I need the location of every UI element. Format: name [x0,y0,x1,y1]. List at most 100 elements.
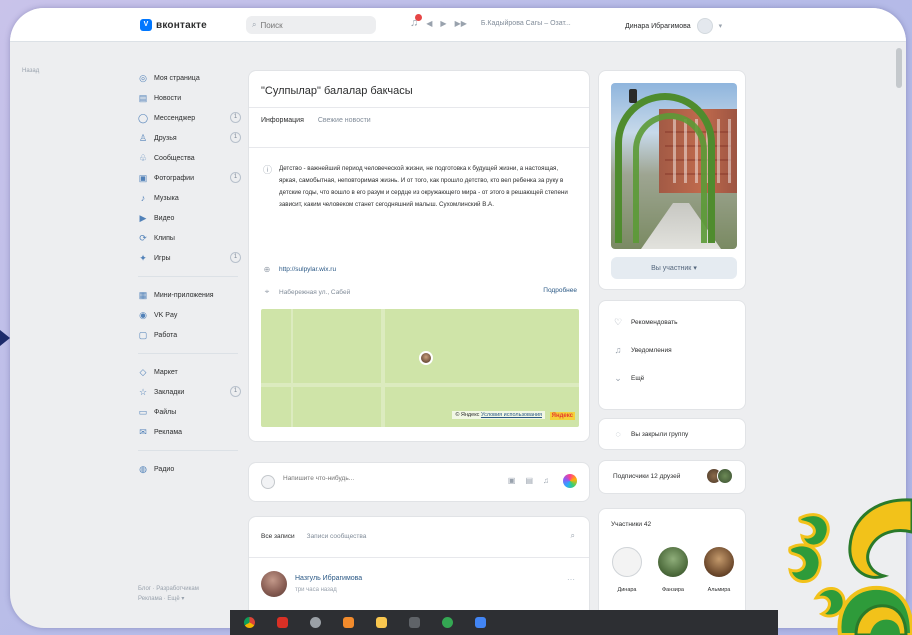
app-icon[interactable] [343,617,354,628]
notification-dot [415,14,423,21]
user-icon: ◎ [139,72,147,83]
members-label[interactable]: Участники 42 [611,521,651,528]
nav-item-work[interactable]: ▢ Работа [138,325,248,345]
nav-item-ads[interactable]: ✉ Реклама [138,422,248,442]
lock-icon: ◌ [615,429,621,439]
app-icon[interactable] [409,617,420,628]
feed-tabs: Все записи Записи сообщества [261,533,366,540]
footer-links-1[interactable]: Блог · Разработчикам [138,584,199,594]
user-menu[interactable]: Динара Ибрагимова ▾ [625,18,722,34]
follower-avatars[interactable] [706,468,733,484]
invite-row[interactable]: ◌ Вы закрыли группу [613,429,688,439]
next-track-button[interactable]: ▶▶ [455,19,467,28]
nav-item-files[interactable]: ▭ Файлы [138,402,248,422]
folder-icon[interactable] [376,617,387,628]
map-road [381,309,385,427]
nav-item-market[interactable]: ◇ Маркет [138,362,248,382]
files-icon: ▭ [138,406,148,417]
nav-item-communities[interactable]: ♧ Сообщества [138,148,248,168]
app-icon[interactable] [475,617,486,628]
member[interactable]: Фанзира [653,547,693,593]
chrome-icon[interactable] [244,617,255,628]
notifications-bell-icon[interactable]: ♫ [410,14,423,29]
clips-icon[interactable] [563,474,577,488]
nav-item-video[interactable]: ▶ Видео [138,208,248,228]
nav-item-photos[interactable]: ▣ Фотографии 1 [138,168,248,188]
bookmarks-badge: 1 [230,386,241,397]
thumbs-up-icon: ♡ [613,317,623,327]
website-link[interactable]: http://sulpylar.wix.ru [279,266,336,273]
map-marker-icon[interactable] [419,351,433,365]
app-icon[interactable] [442,617,453,628]
address-row[interactable]: ⌖ Набережная ул., Сабей [263,287,350,297]
nav-item-clips[interactable]: ⟳ Клипы [138,228,248,248]
audio-player: ♫ ◀ ▶ ▶▶ Б.Кадыйрова Сагы – Озат... [410,14,571,29]
location-pin-icon: ⌖ [264,287,270,296]
app-icon[interactable] [310,617,321,628]
nav-item-friends[interactable]: ♙ Друзья 1 [138,128,248,148]
post-time[interactable]: три часа назад [295,587,337,593]
followers-label[interactable]: Подписчики 12 друзей [613,473,680,480]
page-scrollbar[interactable] [896,48,902,88]
radio-icon: ◍ [139,463,147,474]
location-map[interactable]: © Яндекс Условия использования Яндекс [261,309,579,427]
market-icon: ◇ [139,366,147,377]
music-icon[interactable]: ♫ [543,476,549,485]
footer-links-2[interactable]: Реклама · Ещё ▾ [138,594,199,604]
notifications-row[interactable]: ♫ Уведомления [613,345,672,355]
group-cover-photo[interactable] [611,83,737,249]
friends-icon: ♙ [138,132,148,143]
website-row[interactable]: ⊕ http://sulpylar.wix.ru [263,265,336,274]
post-author-avatar[interactable] [261,571,287,597]
member[interactable]: Динара [607,547,647,593]
vk-logo[interactable]: V вконтакте [140,19,207,31]
more-row[interactable]: ⌄ Ещё [613,373,644,384]
nav-item-games[interactable]: ✦ Игры 1 [138,248,248,268]
nav-item-mini-apps[interactable]: ▦ Мини-приложения [138,285,248,305]
search-box[interactable]: ⌕ [246,16,376,34]
user-name: Динара Ибрагимова [625,22,691,30]
recommend-row[interactable]: ♡ Рекомендовать [613,317,678,328]
search-input[interactable] [260,20,361,30]
current-track[interactable]: Б.Кадыйрова Сагы – Озат... [481,20,571,27]
member-name: Динара [617,587,637,593]
user-avatar [696,18,713,34]
nav-item-my-page[interactable]: ◎ Моя страница [138,68,248,88]
tab-community-posts[interactable]: Записи сообщества [307,533,367,540]
member[interactable]: Альмира [699,547,739,593]
apps-icon: ▦ [138,289,148,300]
video-icon[interactable]: ▤ [525,476,533,485]
tab-latest-news[interactable]: Свежие новости [318,117,371,124]
more-icon[interactable]: ⋯ [567,575,575,584]
yandex-logo[interactable]: Яндекс [549,412,575,420]
more-details-link[interactable]: Подробнее [543,287,577,294]
nav-item-messenger[interactable]: ◯ Мессенджер 1 [138,108,248,128]
group-description: Детство - важнейший период человеческой … [279,165,568,208]
search-icon: ⌕ [252,20,257,29]
nav-item-news[interactable]: ▤ Новости [138,88,248,108]
cover-arch [633,113,707,243]
chevron-down-icon: ⌄ [614,373,622,383]
prev-track-button[interactable]: ◀ [426,19,432,28]
nav-item-bookmarks[interactable]: ☆ Закладки 1 [138,382,248,402]
search-icon[interactable]: ⌕ [571,531,575,541]
play-button[interactable]: ▶ [440,19,446,28]
photos-badge: 1 [230,172,241,183]
tab-all-posts[interactable]: Все записи [261,533,295,540]
nav-item-radio[interactable]: ◍ Радио [138,459,248,479]
member-avatar [612,547,642,577]
map-credit: © Яндекс Условия использования [452,411,545,419]
group-info-card: "Сулпылар" балалар бакчасы Информация Св… [248,70,590,442]
member-status-button[interactable]: Вы участник ▾ [611,257,737,279]
map-terms-link[interactable]: Условия использования [481,412,542,418]
nav-item-music[interactable]: ♪ Музыка [138,188,248,208]
app-icon[interactable] [277,617,288,628]
title-divider [249,107,589,108]
nav-item-vk-pay[interactable]: ◉ VK Pay [138,305,248,325]
side-note[interactable]: Назад [22,68,39,74]
tab-information[interactable]: Информация [261,117,304,124]
post-author[interactable]: Назгуль Ибрагимова [295,575,362,582]
post-input[interactable] [283,475,443,482]
feed-divider [249,557,589,558]
photo-icon[interactable]: ▣ [508,476,516,485]
